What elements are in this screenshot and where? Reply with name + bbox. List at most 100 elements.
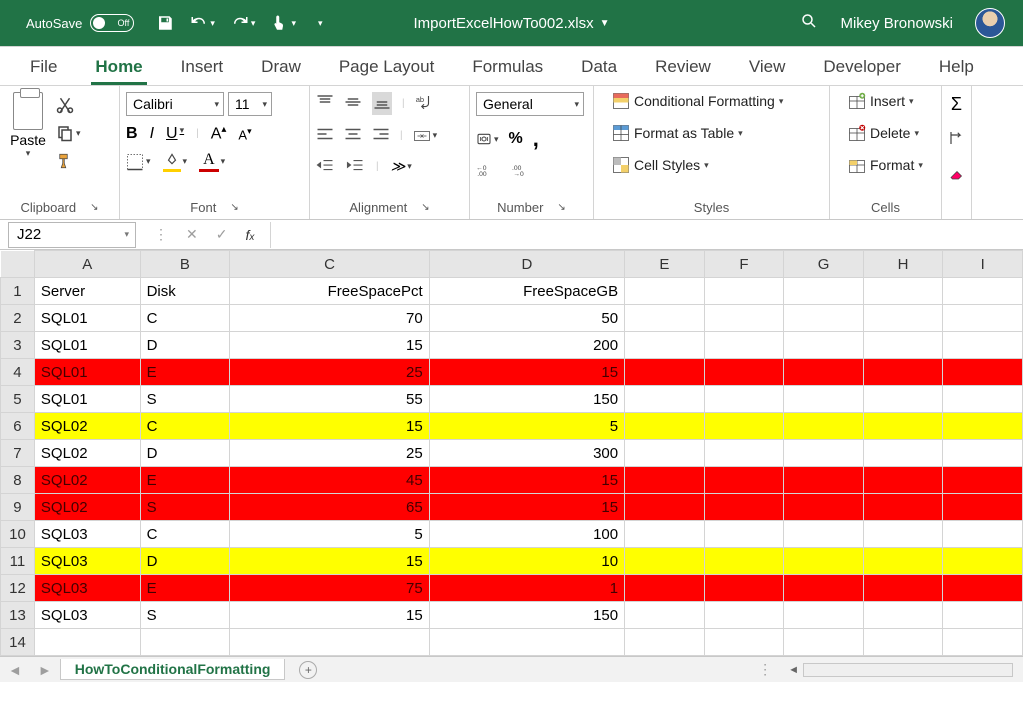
row-header-2[interactable]: 2 [1,305,35,332]
tab-home[interactable]: Home [91,49,146,85]
cell[interactable]: E [140,467,230,494]
cell[interactable] [784,575,864,602]
search-icon[interactable] [800,12,818,34]
cell[interactable] [429,629,624,656]
cell[interactable]: 65 [230,494,429,521]
accounting-button[interactable]: ▾ [476,131,499,147]
cell[interactable] [784,305,864,332]
cell[interactable]: SQL02 [34,494,140,521]
cell[interactable] [230,629,429,656]
cell[interactable]: 15 [230,332,429,359]
copy-button[interactable]: ▾ [56,124,81,142]
cell[interactable] [704,359,784,386]
cell[interactable]: C [140,521,230,548]
cell[interactable]: 25 [230,359,429,386]
enter-icon[interactable]: ✓ [216,226,228,243]
row-header-10[interactable]: 10 [1,521,35,548]
row-header-12[interactable]: 12 [1,575,35,602]
avatar[interactable] [975,8,1005,38]
cell[interactable]: 15 [230,602,429,629]
worksheet-grid[interactable]: ABCDEFGHI1ServerDiskFreeSpacePctFreeSpac… [0,250,1023,656]
cell[interactable]: 45 [230,467,429,494]
cell[interactable] [943,629,1023,656]
clipboard-launcher-icon[interactable]: ↘ [90,202,98,213]
row-header-14[interactable]: 14 [1,629,35,656]
cell[interactable]: 15 [429,359,624,386]
cell[interactable]: S [140,602,230,629]
tab-insert[interactable]: Insert [177,49,228,85]
insert-cells-button[interactable]: Insert▾ [844,90,918,112]
cell[interactable] [140,629,230,656]
sheet-tab-options-icon[interactable]: ⋮ [758,661,772,678]
cancel-icon[interactable]: ✕ [186,226,198,243]
cell-styles-button[interactable]: Cell Styles▾ [608,154,713,176]
cell[interactable]: D [140,332,230,359]
sheet-nav-prev-icon[interactable]: ◄ [0,662,30,678]
alignment-launcher-icon[interactable]: ↘ [421,202,429,213]
cell[interactable] [863,467,943,494]
cell[interactable] [704,386,784,413]
increase-decimal-icon[interactable]: ←0.00 [476,162,498,181]
cell[interactable]: FreeSpacePct [230,278,429,305]
tab-view[interactable]: View [745,49,790,85]
col-header-F[interactable]: F [704,251,784,278]
col-header-A[interactable]: A [34,251,140,278]
cell[interactable]: FreeSpaceGB [429,278,624,305]
cell[interactable]: C [140,305,230,332]
row-header-8[interactable]: 8 [1,467,35,494]
cell[interactable] [943,332,1023,359]
autosave-pill[interactable]: Off [90,14,134,32]
cell[interactable]: E [140,575,230,602]
cell[interactable]: 5 [230,521,429,548]
format-painter-icon[interactable] [56,152,74,170]
cell[interactable] [704,278,784,305]
cell[interactable] [704,440,784,467]
tab-file[interactable]: File [26,49,61,85]
font-name-select[interactable]: Calibri▾ [126,92,224,116]
cell[interactable] [784,386,864,413]
font-size-select[interactable]: 11▾ [228,92,272,116]
cell[interactable] [784,440,864,467]
number-format-select[interactable]: General▾ [476,92,584,116]
cell[interactable] [704,548,784,575]
cell[interactable]: SQL02 [34,413,140,440]
cell[interactable] [863,386,943,413]
clear-icon[interactable] [948,164,966,185]
col-header-E[interactable]: E [625,251,705,278]
row-header-9[interactable]: 9 [1,494,35,521]
cell[interactable]: 15 [429,494,624,521]
tab-data[interactable]: Data [577,49,621,85]
cell[interactable] [863,629,943,656]
file-title[interactable]: ImportExcelHowTo002.xlsx ▼ [414,15,610,32]
tab-help[interactable]: Help [935,49,978,85]
formula-input[interactable] [270,222,1023,248]
increase-indent-icon[interactable] [346,156,364,177]
cell[interactable] [943,521,1023,548]
fx-icon[interactable]: fx [245,227,254,243]
cell[interactable] [784,629,864,656]
col-header-D[interactable]: D [429,251,624,278]
cell[interactable] [704,602,784,629]
cell[interactable] [943,305,1023,332]
align-bottom-icon[interactable] [372,92,392,115]
row-header-11[interactable]: 11 [1,548,35,575]
font-launcher-icon[interactable]: ↘ [230,202,238,213]
cell[interactable] [625,494,705,521]
merge-center-button[interactable]: ▾ [413,127,438,145]
paste-button[interactable]: Paste ▾ [6,92,50,159]
cell[interactable]: S [140,386,230,413]
cell[interactable]: SQL03 [34,521,140,548]
cell[interactable] [784,602,864,629]
cell[interactable] [784,548,864,575]
cell[interactable] [863,440,943,467]
cell[interactable]: D [140,548,230,575]
cell[interactable]: 150 [429,386,624,413]
cell[interactable]: 15 [230,413,429,440]
cell[interactable] [704,467,784,494]
row-header-13[interactable]: 13 [1,602,35,629]
cell[interactable] [625,467,705,494]
cut-icon[interactable] [56,96,74,114]
row-header-6[interactable]: 6 [1,413,35,440]
italic-button[interactable]: I [150,125,154,143]
tab-page-layout[interactable]: Page Layout [335,49,438,85]
